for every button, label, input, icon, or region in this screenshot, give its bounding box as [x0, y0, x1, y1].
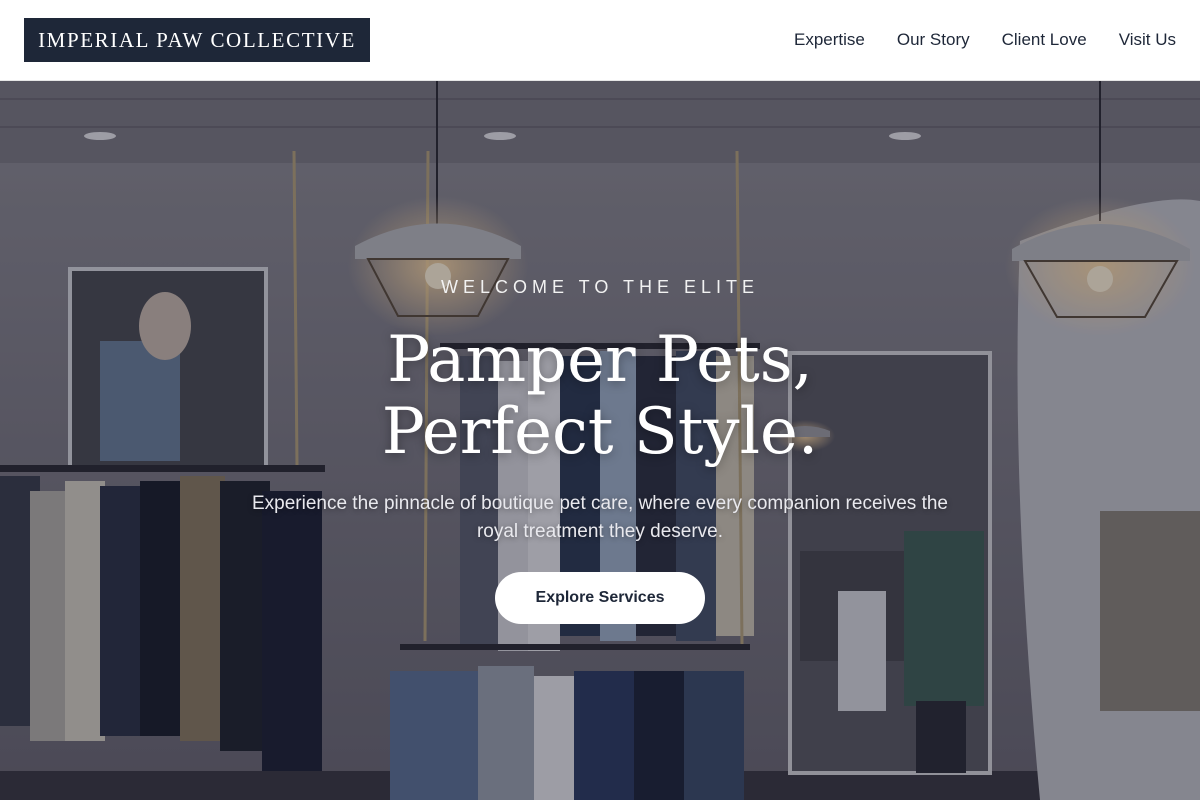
- hero-eyebrow: WELCOME TO THE ELITE: [440, 277, 760, 297]
- brand-logo[interactable]: IMPERIAL PAW COLLECTIVE: [24, 18, 370, 62]
- hero-headline: Pamper Pets, Perfect Style.: [0, 324, 1200, 468]
- hero-headline-line-2: Perfect Style.: [381, 395, 819, 469]
- hero-section: WELCOME TO THE ELITE Pamper Pets, Perfec…: [0, 81, 1200, 800]
- nav-link-our-story[interactable]: Our Story: [897, 30, 970, 50]
- hero-subtitle: Experience the pinnacle of boutique pet …: [251, 493, 949, 542]
- main-nav: Expertise Our Story Client Love Visit Us: [762, 0, 1176, 80]
- hero-content: WELCOME TO THE ELITE Pamper Pets, Perfec…: [0, 277, 1200, 624]
- explore-services-button[interactable]: Explore Services: [495, 572, 705, 624]
- nav-link-visit-us[interactable]: Visit Us: [1119, 30, 1176, 50]
- nav-link-client-love[interactable]: Client Love: [1002, 30, 1087, 50]
- site-header: IMPERIAL PAW COLLECTIVE Expertise Our St…: [0, 0, 1200, 81]
- hero-headline-line-1: Pamper Pets,: [387, 323, 813, 397]
- nav-link-expertise[interactable]: Expertise: [794, 30, 865, 50]
